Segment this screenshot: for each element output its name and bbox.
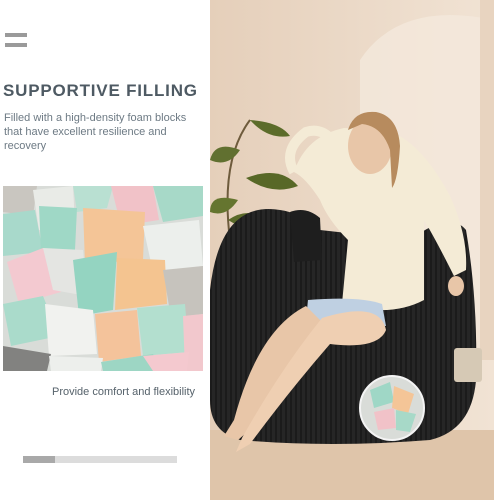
menu-icon[interactable] (5, 33, 27, 49)
foam-blocks-illustration (3, 186, 203, 371)
carousel-progress-fill (23, 456, 56, 463)
feature-caption: Provide comfort and flexibility (52, 386, 196, 398)
feature-panel: SUPPORTIVE FILLING Filled with a high-de… (0, 0, 210, 500)
feature-title: SUPPORTIVE FILLING (3, 81, 198, 100)
foam-filling-image (3, 186, 203, 371)
carousel-progress-track[interactable] (23, 456, 177, 463)
lifestyle-photo (210, 0, 494, 500)
woman-on-bean-bag-illustration (210, 0, 494, 500)
feature-description: Filled with a high-density foam blocks t… (4, 112, 187, 152)
